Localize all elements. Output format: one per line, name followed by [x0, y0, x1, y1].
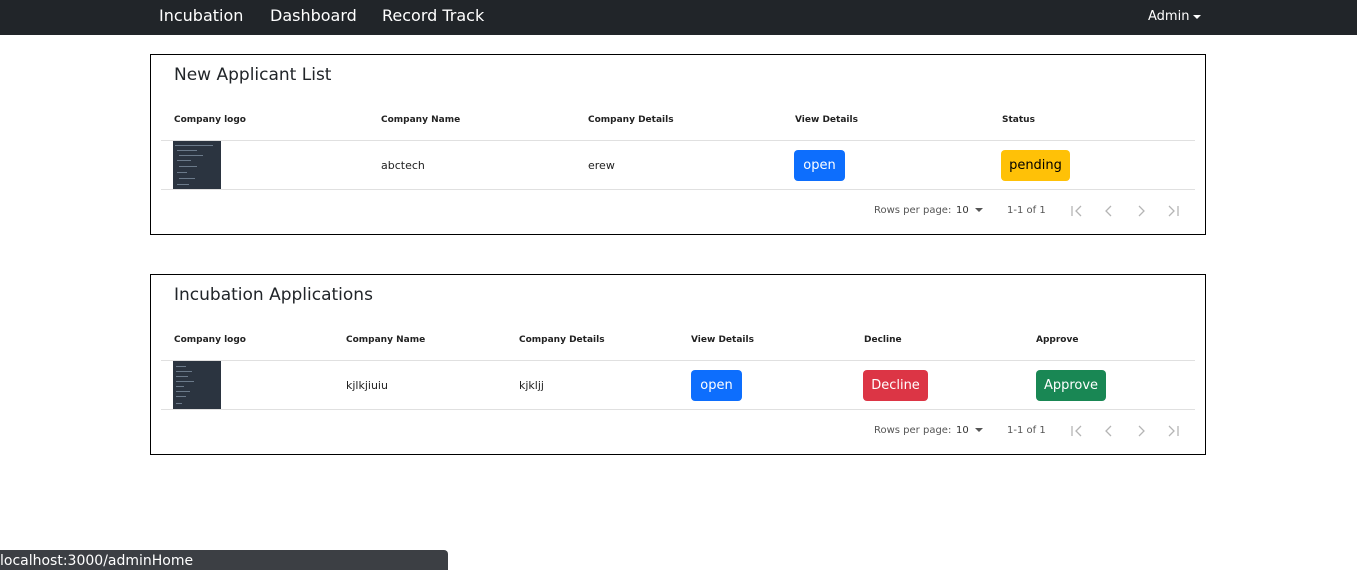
card-title: New Applicant List: [174, 65, 332, 85]
first-page-icon[interactable]: [1069, 423, 1085, 439]
prev-page-icon[interactable]: [1101, 423, 1117, 439]
status-pending-button[interactable]: pending: [1001, 150, 1070, 181]
top-navbar: Incubation Dashboard Record Track Admin: [0, 0, 1357, 35]
approve-button[interactable]: Approve: [1036, 370, 1106, 401]
admin-label: Admin: [1148, 9, 1190, 24]
rows-per-page-label: Rows per page:: [874, 425, 952, 436]
col-header-details: Company Details: [588, 115, 674, 125]
company-logo-image: [173, 361, 221, 409]
rows-per-page-value: 10: [956, 205, 969, 216]
nav-dashboard[interactable]: Dashboard: [270, 6, 357, 25]
rows-per-page-select[interactable]: 10: [956, 425, 983, 436]
col-header-name: Company Name: [381, 115, 461, 125]
nav-incubation[interactable]: Incubation: [159, 6, 243, 25]
col-header-view: View Details: [691, 335, 754, 345]
rows-per-page-value: 10: [956, 425, 969, 436]
caret-down-icon: [1193, 14, 1202, 19]
col-header-status: Status: [1002, 115, 1035, 125]
new-applicant-card: New Applicant List Company logo Company …: [150, 54, 1206, 235]
col-header-view: View Details: [795, 115, 858, 125]
col-header-decline: Decline: [864, 335, 902, 345]
pagination-range: 1-1 of 1: [1007, 205, 1046, 216]
company-details-cell: erew: [588, 159, 615, 172]
last-page-icon[interactable]: [1165, 203, 1181, 219]
company-name-cell: abctech: [381, 159, 425, 172]
link-status-bar: localhost:3000/adminHome: [0, 550, 448, 570]
row-divider: [161, 409, 1195, 410]
decline-button[interactable]: Decline: [863, 370, 928, 401]
rows-per-page-select[interactable]: 10: [956, 205, 983, 216]
next-page-icon[interactable]: [1133, 423, 1149, 439]
pagination-range: 1-1 of 1: [1007, 425, 1046, 436]
last-page-icon[interactable]: [1165, 423, 1181, 439]
prev-page-icon[interactable]: [1101, 203, 1117, 219]
nav-record-track[interactable]: Record Track: [382, 6, 484, 25]
header-divider: [161, 360, 1195, 361]
rows-per-page-label: Rows per page:: [874, 205, 952, 216]
caret-down-icon: [974, 208, 983, 212]
next-page-icon[interactable]: [1133, 203, 1149, 219]
company-name-cell: kjlkjiuiu: [346, 379, 388, 392]
col-header-logo: Company logo: [174, 335, 246, 345]
col-header-details: Company Details: [519, 335, 605, 345]
caret-down-icon: [974, 428, 983, 432]
first-page-icon[interactable]: [1069, 203, 1085, 219]
col-header-approve: Approve: [1036, 335, 1079, 345]
company-logo-image: [173, 141, 221, 189]
col-header-logo: Company logo: [174, 115, 246, 125]
incubation-applications-card: Incubation Applications Company logo Com…: [150, 274, 1206, 455]
row-divider: [161, 189, 1195, 190]
open-button[interactable]: open: [794, 150, 845, 181]
header-divider: [161, 140, 1195, 141]
company-details-cell: kjkljj: [519, 379, 544, 392]
admin-dropdown[interactable]: Admin: [1148, 9, 1202, 24]
col-header-name: Company Name: [346, 335, 426, 345]
card-title: Incubation Applications: [174, 285, 373, 305]
open-button[interactable]: open: [691, 370, 742, 401]
